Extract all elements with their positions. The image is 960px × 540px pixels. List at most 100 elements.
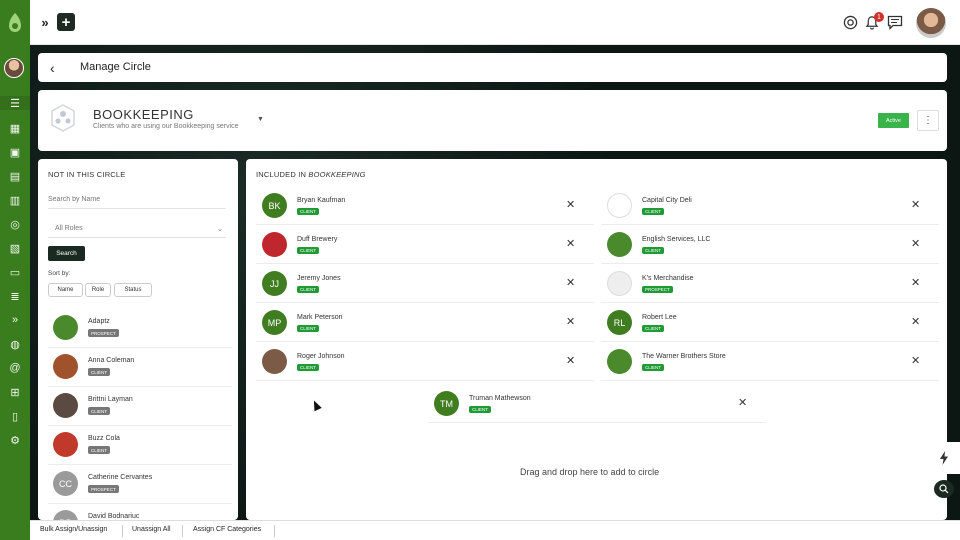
remove-icon[interactable]: ✕ bbox=[566, 237, 575, 250]
chat-icon[interactable] bbox=[886, 13, 904, 31]
list-item-name: Buzz Cola bbox=[88, 435, 120, 442]
role-tag: CLIENT bbox=[642, 247, 665, 254]
list-item[interactable]: TM Truman Mathewson CLIENT ✕ bbox=[428, 385, 766, 423]
help-icon[interactable] bbox=[841, 13, 859, 31]
included-panel: INCLUDED IN BOOKKEEPING BK Bryan Kaufman C… bbox=[246, 159, 947, 520]
forms-icon[interactable]: ▥ bbox=[8, 193, 22, 207]
divider bbox=[122, 525, 123, 537]
role-tag: CLIENT bbox=[469, 406, 492, 413]
list-item-name: K's Merchandise bbox=[642, 275, 694, 282]
list-item[interactable]: CC Catherine Cervantes PROSPECT bbox=[48, 465, 232, 504]
not-in-circle-panel: NOT IN THIS CIRCLE All Roles ⌄ Search So… bbox=[38, 159, 238, 520]
status-badge[interactable]: Active bbox=[878, 113, 909, 128]
search-button[interactable]: Search bbox=[48, 246, 85, 261]
folder-icon[interactable]: ▭ bbox=[8, 265, 22, 279]
global-icon[interactable]: ◍ bbox=[8, 337, 22, 351]
role-tag: CLIENT bbox=[642, 325, 665, 332]
list-item-name: Robert Lee bbox=[642, 314, 677, 321]
not-in-circle-title: NOT IN THIS CIRCLE bbox=[48, 170, 126, 179]
top-bar: » + 1 bbox=[30, 0, 960, 45]
org-chart-icon[interactable]: ⊞ bbox=[8, 385, 22, 399]
avatar bbox=[607, 271, 632, 296]
sort-label: Sort by: bbox=[48, 270, 71, 277]
unassign-all-button[interactable]: Unassign All bbox=[132, 526, 171, 533]
contacts-icon[interactable]: ▣ bbox=[8, 145, 22, 159]
logo-icon[interactable] bbox=[0, 0, 30, 45]
remove-icon[interactable]: ✕ bbox=[911, 315, 920, 328]
sort-name-button[interactable]: Name bbox=[48, 283, 83, 297]
cards-icon[interactable]: ▧ bbox=[8, 241, 22, 255]
list-item[interactable]: JJ Jeremy Jones CLIENT ✕ bbox=[256, 265, 594, 303]
menu-icon[interactable]: ☰ bbox=[0, 96, 30, 110]
list-item-name: Adaptz bbox=[88, 318, 110, 325]
search-icon[interactable] bbox=[934, 480, 954, 498]
list-item-name: English Services, LLC bbox=[642, 236, 711, 243]
circle-description: Clients who are using our Bookkeeping se… bbox=[93, 123, 239, 130]
list-item[interactable]: K's Merchandise PROSPECT ✕ bbox=[601, 265, 939, 303]
role-tag: PROSPECT bbox=[642, 286, 673, 293]
bulk-assign-button[interactable]: Bulk Assign/Unassign bbox=[40, 526, 107, 533]
add-button[interactable]: + bbox=[57, 13, 75, 31]
search-input[interactable] bbox=[48, 191, 226, 209]
list-item[interactable]: English Services, LLC CLIENT ✕ bbox=[601, 226, 939, 264]
calendar-icon[interactable]: ▦ bbox=[8, 121, 22, 135]
reports-icon[interactable]: ▤ bbox=[8, 169, 22, 183]
divider bbox=[182, 525, 183, 537]
role-tag: PROSPECT bbox=[88, 485, 119, 493]
list-icon[interactable]: ≣ bbox=[8, 289, 22, 303]
forward-icon[interactable]: » bbox=[8, 313, 22, 327]
list-item-name: Roger Johnson bbox=[297, 353, 345, 360]
list-item[interactable]: Capital City Deli CLIENT ✕ bbox=[601, 187, 939, 225]
list-item[interactable]: Brittni Layman CLIENT bbox=[48, 387, 232, 426]
sort-status-button[interactable]: Status bbox=[114, 283, 152, 297]
expand-icon[interactable]: » bbox=[38, 13, 52, 31]
remove-icon[interactable]: ✕ bbox=[566, 276, 575, 289]
remove-icon[interactable]: ✕ bbox=[911, 276, 920, 289]
remove-icon[interactable]: ✕ bbox=[911, 354, 920, 367]
list-item[interactable]: RL Robert Lee CLIENT ✕ bbox=[601, 304, 939, 342]
roles-select[interactable]: All Roles ⌄ bbox=[48, 220, 226, 238]
email-icon[interactable]: @ bbox=[8, 361, 22, 375]
dropzone-text[interactable]: Drag and drop here to add to circle bbox=[520, 467, 659, 477]
remove-icon[interactable]: ✕ bbox=[738, 396, 747, 409]
list-item[interactable]: Duff Brewery CLIENT ✕ bbox=[256, 226, 594, 264]
circle-group-icon bbox=[50, 104, 76, 132]
settings-icon[interactable]: ⚙ bbox=[8, 433, 22, 447]
remove-icon[interactable]: ✕ bbox=[911, 237, 920, 250]
avatar bbox=[53, 315, 78, 340]
remove-icon[interactable]: ✕ bbox=[566, 198, 575, 211]
list-item[interactable]: Roger Johnson CLIENT ✕ bbox=[256, 343, 594, 381]
list-item-name: Anna Coleman bbox=[88, 357, 135, 364]
role-tag: CLIENT bbox=[297, 247, 320, 254]
remove-icon[interactable]: ✕ bbox=[566, 315, 575, 328]
avatar: TM bbox=[434, 391, 459, 416]
avatar: BK bbox=[262, 193, 287, 218]
more-options-button[interactable]: ⋮ bbox=[917, 110, 939, 131]
sort-role-button[interactable]: Role bbox=[85, 283, 111, 297]
list-item[interactable]: Anna Coleman CLIENT bbox=[48, 348, 232, 387]
list-item[interactable]: The Warner Brothers Store CLIENT ✕ bbox=[601, 343, 939, 381]
lightning-icon[interactable] bbox=[927, 442, 960, 474]
back-arrow-icon[interactable]: ‹ bbox=[50, 60, 55, 76]
included-title: INCLUDED IN BOOKKEEPING bbox=[256, 170, 366, 179]
list-item-name: Duff Brewery bbox=[297, 236, 338, 243]
list-item[interactable]: Adaptz PROSPECT bbox=[48, 309, 232, 348]
avatar bbox=[53, 432, 78, 457]
remove-icon[interactable]: ✕ bbox=[911, 198, 920, 211]
list-item-name: Truman Mathewson bbox=[469, 395, 531, 402]
list-item[interactable]: Buzz Cola CLIENT bbox=[48, 426, 232, 465]
role-tag: CLIENT bbox=[297, 325, 320, 332]
list-item-name: Jeremy Jones bbox=[297, 275, 341, 282]
user-avatar[interactable] bbox=[916, 8, 946, 38]
circle-dropdown-icon[interactable]: ▼ bbox=[257, 116, 264, 123]
role-tag: CLIENT bbox=[88, 446, 111, 454]
list-item[interactable]: BK Bryan Kaufman CLIENT ✕ bbox=[256, 187, 594, 225]
included-title-prefix: INCLUDED IN bbox=[256, 170, 307, 179]
rail-avatar[interactable] bbox=[4, 58, 24, 78]
book-icon[interactable]: ▯ bbox=[8, 409, 22, 423]
list-item[interactable]: DBDavid BodnariucCLIENT bbox=[48, 504, 232, 520]
remove-icon[interactable]: ✕ bbox=[566, 354, 575, 367]
list-item[interactable]: MP Mark Peterson CLIENT ✕ bbox=[256, 304, 594, 342]
assign-cf-categories-button[interactable]: Assign CF Categories bbox=[193, 526, 261, 533]
workflow-icon[interactable]: ◎ bbox=[8, 217, 22, 231]
